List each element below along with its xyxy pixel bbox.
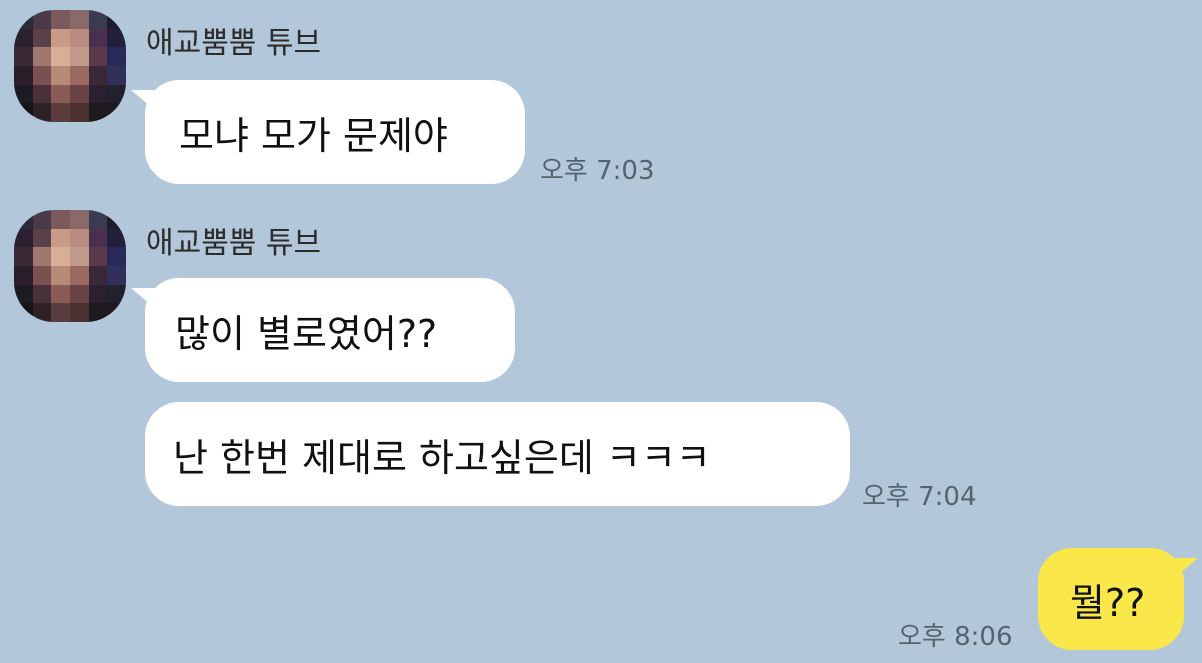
message-timestamp: 오후 7:04: [862, 482, 977, 512]
message-timestamp: 오후 7:03: [540, 156, 655, 186]
message-text: 모냐 모가 문제야: [179, 113, 448, 158]
incoming-message-bubble[interactable]: 많이 별로였어??: [131, 278, 515, 382]
incoming-message-bubble[interactable]: 난 한번 제대로 하고싶은데 ㅋㅋㅋ: [145, 402, 850, 506]
sender-name: 애교뿜뿜 튜브: [146, 26, 322, 61]
message-text: 뭘??: [1070, 580, 1146, 625]
avatar[interactable]: [14, 10, 126, 122]
avatar[interactable]: [14, 210, 126, 322]
message-timestamp: 오후 8:06: [898, 622, 1013, 652]
message-text: 난 한번 제대로 하고싶은데 ㅋㅋㅋ: [173, 435, 711, 480]
message-text: 많이 별로였어??: [175, 311, 438, 356]
chat-room: 애교뿜뿜 튜브 모냐 모가 문제야 오후 7:03 애교뿜뿜 튜브 많이 별로였…: [0, 0, 1202, 663]
incoming-message-bubble[interactable]: 모냐 모가 문제야: [131, 80, 525, 184]
outgoing-message-bubble[interactable]: 뭘??: [1038, 548, 1198, 650]
sender-name: 애교뿜뿜 튜브: [146, 226, 322, 261]
